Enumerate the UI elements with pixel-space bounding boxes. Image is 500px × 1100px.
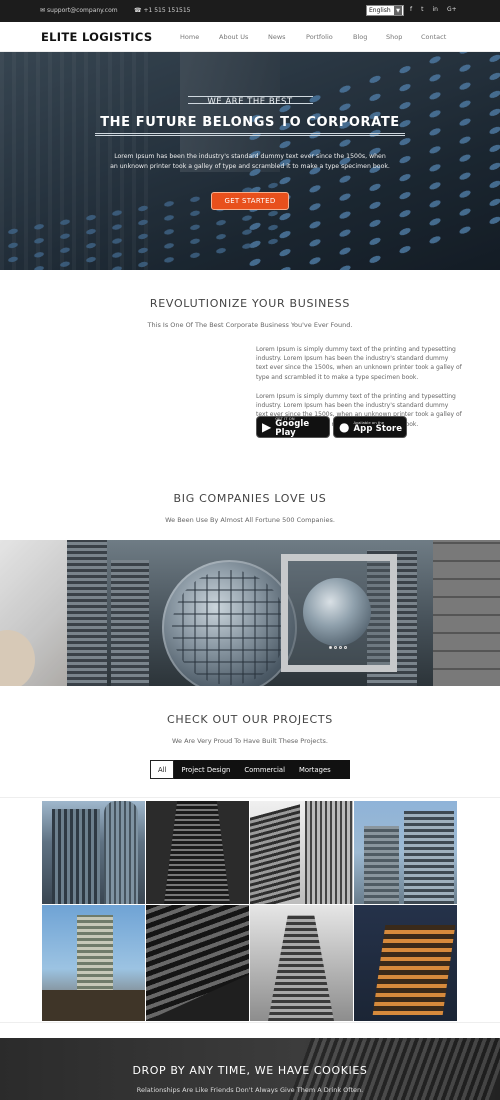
google-plus-icon[interactable]: G+ (447, 6, 457, 13)
cookies-subtitle: Relationships Are Like Friends Don't Alw… (136, 1086, 364, 1094)
revolutionize-subtitle: This Is One Of The Best Corporate Busine… (147, 321, 353, 329)
carousel-dot[interactable] (344, 646, 347, 649)
phone-contact[interactable]: ☎ +1 515 151515 (134, 7, 191, 14)
envelope-icon: ✉ (40, 7, 46, 14)
project-tile[interactable] (42, 905, 145, 1021)
revolutionize-paragraph-1: Lorem Ipsum is simply dummy text of the … (256, 346, 462, 381)
hero-title: THE FUTURE BELONGS TO CORPORATE (100, 115, 400, 130)
carousel-active-slide (67, 540, 433, 686)
cookies-title: DROP BY ANY TIME, WE HAVE COOKIES (132, 1064, 368, 1077)
nav-news[interactable]: News (268, 33, 286, 41)
carousel-dot[interactable] (334, 646, 337, 649)
companies-carousel[interactable] (0, 540, 500, 686)
get-started-button[interactable]: GET STARTED (211, 192, 289, 210)
projects-title: CHECK OUT OUR PROJECTS (167, 713, 333, 726)
project-tile[interactable] (250, 801, 353, 904)
google-play-icon: ▶ (262, 420, 272, 434)
filter-all[interactable]: All (150, 760, 175, 779)
email-text: support@company.com (47, 7, 118, 14)
filter-mortages[interactable]: Mortages (292, 760, 338, 779)
hero-description: Lorem Ipsum has been the industry's stan… (110, 153, 390, 170)
project-gallery (42, 801, 458, 1021)
phone-icon: ☎ (134, 7, 142, 14)
nav-about-us[interactable]: About Us (219, 33, 248, 41)
carousel-dot[interactable] (329, 646, 332, 649)
project-tile[interactable] (250, 905, 353, 1021)
hero-banner: WE ARE THE BEST THE FUTURE BELONGS TO CO… (0, 52, 500, 270)
nav-blog[interactable]: Blog (353, 33, 367, 41)
filter-project-design[interactable]: Project Design (174, 760, 237, 779)
project-tile[interactable] (354, 801, 457, 904)
google-play-button[interactable]: ▶ GET IT ON Google Play (256, 416, 330, 438)
language-select[interactable]: English ▼ (366, 5, 404, 16)
nav-shop[interactable]: Shop (386, 33, 402, 41)
twitter-icon[interactable]: t (421, 6, 423, 13)
project-tile[interactable] (146, 905, 249, 1021)
linkedin-icon[interactable]: in (432, 6, 437, 13)
project-filter-bar: All Project Design Commercial Mortages (150, 760, 350, 779)
hero-subtitle: WE ARE THE BEST (207, 97, 293, 107)
facebook-icon[interactable]: f (410, 6, 412, 13)
google-play-label: Google Play (275, 419, 310, 438)
main-navbar: ELITE LOGISTICS Home About Us News Portf… (0, 22, 500, 52)
revolutionize-title: REVOLUTIONIZE YOUR BUSINESS (149, 297, 351, 310)
carousel-indicators (329, 646, 347, 649)
app-store-label: App Store (353, 423, 403, 434)
carousel-dot[interactable] (339, 646, 342, 649)
nav-contact[interactable]: Contact (421, 33, 446, 41)
carousel-prev-slide[interactable] (0, 540, 67, 686)
nav-portfolio[interactable]: Portfolio (306, 33, 333, 41)
carousel-next-slide[interactable] (433, 540, 500, 686)
companies-subtitle: We Been Use By Almost All Fortune 500 Co… (165, 516, 335, 524)
hero-title-underline (95, 133, 405, 136)
cookies-banner: DROP BY ANY TIME, WE HAVE COOKIES Relati… (0, 1038, 500, 1100)
nav-home[interactable]: Home (180, 33, 199, 41)
project-tile[interactable] (354, 905, 457, 1021)
top-bar: ✉ support@company.com ☎ +1 515 151515 En… (0, 0, 500, 22)
language-value: English (369, 7, 391, 14)
email-contact[interactable]: ✉ support@company.com (40, 7, 118, 14)
app-store-button[interactable]: ● Available on the App Store (333, 416, 407, 438)
chevron-down-icon: ▼ (394, 6, 402, 15)
project-tile[interactable] (42, 801, 145, 904)
filter-commercial[interactable]: Commercial (237, 760, 292, 779)
site-logo[interactable]: ELITE LOGISTICS (41, 30, 152, 44)
phone-text: +1 515 151515 (143, 7, 191, 14)
apple-icon: ● (339, 420, 350, 434)
companies-title: BIG COMPANIES LOVE US (173, 492, 327, 505)
projects-subtitle: We Are Very Proud To Have Built These Pr… (171, 737, 329, 745)
social-links: f t in G+ (410, 6, 457, 13)
project-tile[interactable] (146, 801, 249, 904)
